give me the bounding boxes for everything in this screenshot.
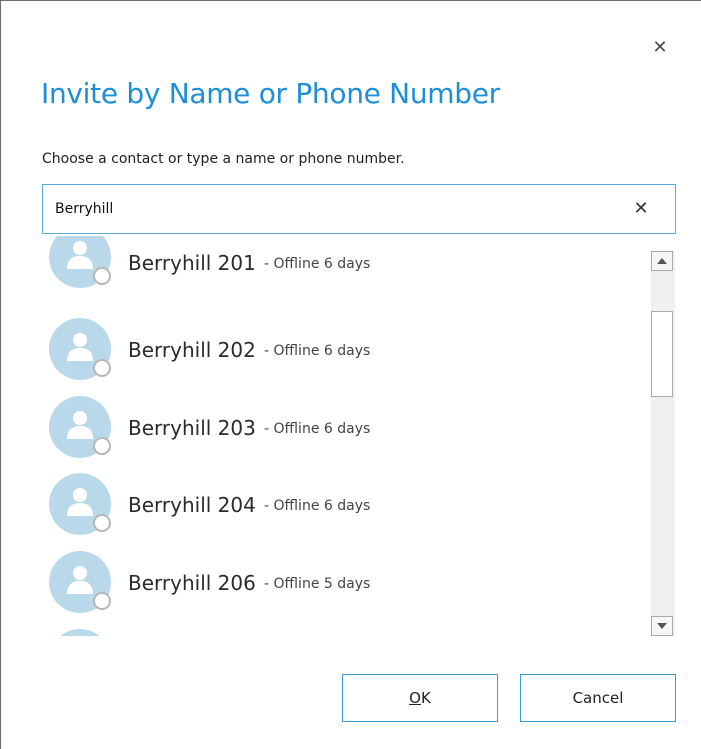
- presence-status-icon: [93, 592, 111, 610]
- person-icon: [67, 566, 93, 594]
- contact-avatar: [49, 551, 111, 613]
- search-box[interactable]: ✕: [42, 184, 676, 234]
- triangle-up-icon: [657, 258, 667, 264]
- person-icon: [67, 411, 93, 439]
- scroll-down-button[interactable]: [651, 616, 673, 636]
- contact-name: Berryhill 204: [128, 493, 256, 517]
- contact-name: Berryhill 201: [128, 251, 256, 275]
- contact-status: - Offline 6 days: [264, 343, 371, 359]
- contact-avatar: [49, 473, 111, 535]
- presence-status-icon: [93, 437, 111, 455]
- person-icon: [67, 241, 93, 269]
- scroll-up-button[interactable]: [651, 251, 673, 271]
- list-item[interactable]: Berryhill 201 - Offline 6 days: [42, 236, 642, 300]
- contact-name: Berryhill 203: [128, 416, 256, 440]
- list-item[interactable]: Berryhill 202 - Offline 6 days: [42, 308, 642, 382]
- close-icon[interactable]: ✕: [649, 37, 671, 59]
- ok-access-key: O: [409, 689, 421, 707]
- list-item[interactable]: Berryhill 203 - Offline 6 days: [42, 386, 642, 460]
- contact-avatar: [49, 318, 111, 380]
- contact-avatar: [49, 236, 111, 288]
- presence-status-icon: [93, 514, 111, 532]
- list-item[interactable]: [42, 619, 642, 636]
- contact-status: - Offline 6 days: [264, 256, 371, 272]
- triangle-down-icon: [657, 623, 667, 629]
- scroll-thumb[interactable]: [651, 311, 673, 397]
- contact-avatar: [49, 396, 111, 458]
- contact-name: Berryhill 206: [128, 571, 256, 595]
- ok-button[interactable]: OK: [342, 674, 498, 722]
- presence-status-icon: [93, 267, 111, 285]
- ok-label-rest: K: [420, 689, 431, 707]
- person-icon: [67, 333, 93, 361]
- list-item[interactable]: Berryhill 204 - Offline 6 days: [42, 463, 642, 537]
- results-scrollbar[interactable]: [651, 251, 675, 636]
- contact-status: - Offline 5 days: [264, 576, 371, 592]
- instruction-text: Choose a contact or type a name or phone…: [42, 151, 405, 167]
- contact-name: Berryhill 202: [128, 338, 256, 362]
- contact-status: - Offline 6 days: [264, 498, 371, 514]
- contact-results-list: Berryhill 201 - Offline 6 days Berryhill…: [42, 236, 676, 636]
- dialog-title: Invite by Name or Phone Number: [41, 77, 500, 110]
- cancel-button[interactable]: Cancel: [520, 674, 676, 722]
- search-input[interactable]: [55, 185, 615, 233]
- presence-status-icon: [93, 359, 111, 377]
- contact-avatar: [49, 629, 111, 636]
- clear-search-icon[interactable]: ✕: [629, 197, 653, 221]
- person-icon: [67, 488, 93, 516]
- invite-dialog: ✕ Invite by Name or Phone Number Choose …: [0, 0, 701, 749]
- list-item[interactable]: Berryhill 206 - Offline 5 days: [42, 541, 642, 615]
- contact-status: - Offline 6 days: [264, 421, 371, 437]
